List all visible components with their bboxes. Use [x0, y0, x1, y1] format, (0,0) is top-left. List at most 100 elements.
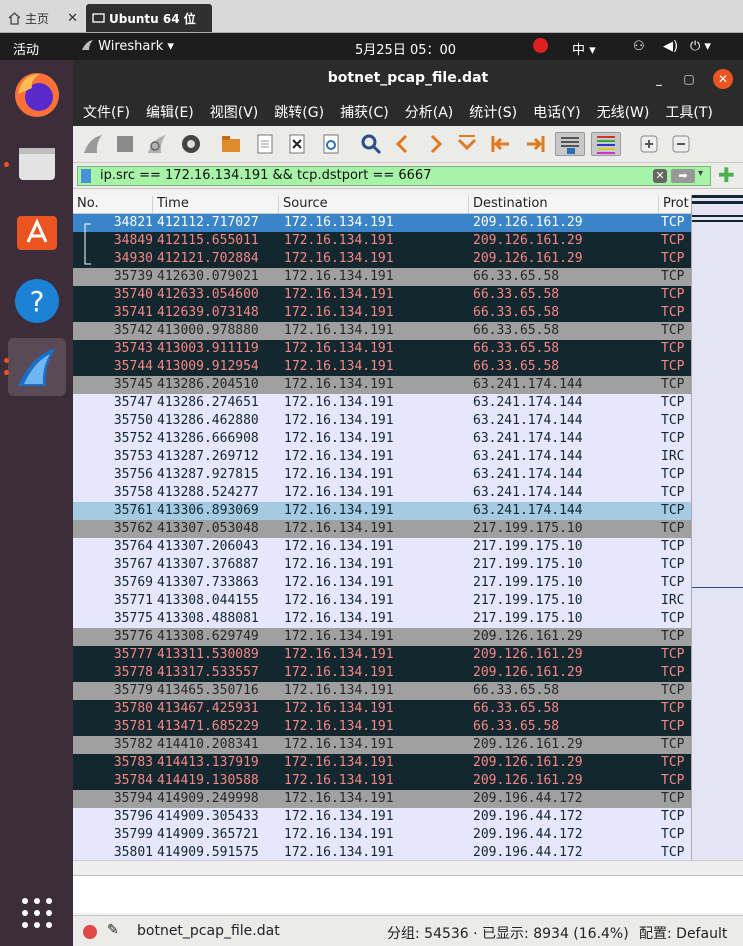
packet-row[interactable]: 35753 413287.269712 172.16.134.191 63.241.1…: [73, 448, 691, 466]
go-to-packet-icon[interactable]: [455, 132, 479, 156]
packet-row[interactable]: 35750 413286.462880 172.16.134.191 63.241.1…: [73, 412, 691, 430]
menu-item[interactable]: 分析(A): [405, 102, 454, 122]
open-file-icon[interactable]: [219, 132, 243, 156]
start-capture-icon[interactable]: [81, 132, 105, 156]
packet-row[interactable]: 35771 413308.044155 172.16.134.191 217.199.…: [73, 592, 691, 610]
menu-item[interactable]: 统计(S): [469, 102, 517, 122]
packet-row[interactable]: 35776 413308.629749 172.16.134.191 209.126.…: [73, 628, 691, 646]
packet-row[interactable]: 35781 413471.685229 172.16.134.191 66.33.65…: [73, 718, 691, 736]
packet-minimap[interactable]: [691, 195, 743, 860]
display-filter-input[interactable]: ip.src == 172.16.134.191 && tcp.dstport …: [77, 166, 711, 186]
files-icon[interactable]: [8, 134, 66, 192]
packet-row[interactable]: 35801 414909.591575 172.16.134.191 209.196.…: [73, 844, 691, 860]
firefox-icon[interactable]: [8, 66, 66, 124]
software-icon[interactable]: [8, 202, 66, 260]
packet-row[interactable]: 35779 413465.350716 172.16.134.191 66.33.65…: [73, 682, 691, 700]
packet-row[interactable]: 35758 413288.524277 172.16.134.191 63.241.1…: [73, 484, 691, 502]
stop-capture-icon[interactable]: [113, 132, 137, 156]
wireshark-icon[interactable]: [8, 338, 66, 396]
column-header-source[interactable]: Source: [279, 196, 469, 214]
column-header-destination[interactable]: Destination: [469, 196, 659, 214]
menu-item[interactable]: 文件(F): [83, 102, 130, 122]
clear-filter-icon[interactable]: ✕: [653, 169, 667, 183]
packet-row[interactable]: 35796 414909.305433 172.16.134.191 209.196.…: [73, 808, 691, 826]
zoom-out-icon[interactable]: [669, 132, 693, 156]
packet-row[interactable]: 35780 413467.425931 172.16.134.191 66.33.65…: [73, 700, 691, 718]
restart-capture-icon[interactable]: [145, 132, 169, 156]
app-menu[interactable]: Wireshark ▾: [80, 39, 174, 54]
packet-row[interactable]: 35794 414909.249998 172.16.134.191 209.196.…: [73, 790, 691, 808]
packet-row[interactable]: 35775 413308.488081 172.16.134.191 217.199.…: [73, 610, 691, 628]
auto-scroll-icon[interactable]: [555, 132, 585, 156]
packet-row[interactable]: 35778 413317.533557 172.16.134.191 209.126.…: [73, 664, 691, 682]
capture-comment-icon[interactable]: ✎: [107, 922, 119, 938]
vm-tab-home[interactable]: 主页 ✕: [2, 4, 84, 32]
packet-row[interactable]: 35744 413009.912954 172.16.134.191 66.33.65…: [73, 358, 691, 376]
activities-button[interactable]: 活动: [13, 39, 39, 58]
capture-options-icon[interactable]: [179, 132, 203, 156]
packet-row[interactable]: 35739 412630.079021 172.16.134.191 66.33.65…: [73, 268, 691, 286]
filter-history-dropdown-icon[interactable]: ▾: [698, 168, 703, 179]
add-filter-button-icon[interactable]: ✚: [718, 165, 735, 185]
packet-row[interactable]: 35784 414419.130588 172.16.134.191 209.126.…: [73, 772, 691, 790]
packet-row[interactable]: 35762 413307.053048 172.16.134.191 217.199.…: [73, 520, 691, 538]
packet-row[interactable]: 35769 413307.733863 172.16.134.191 217.199.…: [73, 574, 691, 592]
packet-row[interactable]: 35777 413311.530089 172.16.134.191 209.126.…: [73, 646, 691, 664]
go-back-icon[interactable]: [391, 132, 415, 156]
find-packet-icon[interactable]: [359, 132, 383, 156]
zoom-in-icon[interactable]: [637, 132, 661, 156]
menu-item[interactable]: 工具(T): [665, 102, 712, 122]
first-packet-icon[interactable]: [489, 132, 513, 156]
packet-row[interactable]: 35761 413306.893069 172.16.134.191 63.241.1…: [73, 502, 691, 520]
packet-row[interactable]: 35756 413287.927815 172.16.134.191 63.241.1…: [73, 466, 691, 484]
apply-filter-icon[interactable]: ➡: [671, 169, 695, 183]
save-file-icon[interactable]: [253, 132, 277, 156]
network-icon[interactable]: ⚇: [633, 39, 645, 54]
menu-item[interactable]: 跳转(G): [274, 102, 324, 122]
bookmark-icon[interactable]: [81, 169, 91, 183]
packet-row[interactable]: 34930 412121.702884 172.16.134.191 209.126.…: [73, 250, 691, 268]
vm-tab-ubuntu[interactable]: Ubuntu 64 位: [86, 4, 212, 32]
status-profile[interactable]: 配置: Default: [639, 923, 727, 943]
packet-row[interactable]: 35742 413000.978880 172.16.134.191 66.33.65…: [73, 322, 691, 340]
column-header-protocol[interactable]: Prot: [659, 196, 691, 214]
menu-item[interactable]: 视图(V): [210, 102, 259, 122]
go-forward-icon[interactable]: [423, 132, 447, 156]
close-icon[interactable]: ✕: [67, 11, 78, 26]
close-file-icon[interactable]: [285, 132, 309, 156]
close-button[interactable]: ✕: [713, 69, 733, 89]
packet-row[interactable]: 35799 414909.365721 172.16.134.191 209.196.…: [73, 826, 691, 844]
packet-row[interactable]: 34821 412112.717027 172.16.134.191 209.126.…: [73, 214, 691, 232]
packet-row[interactable]: 35747 413286.274651 172.16.134.191 63.241.1…: [73, 394, 691, 412]
packet-row[interactable]: 35752 413286.666908 172.16.134.191 63.241.1…: [73, 430, 691, 448]
packet-row[interactable]: 35741 412639.073148 172.16.134.191 66.33.65…: [73, 304, 691, 322]
menu-item[interactable]: 编辑(E): [146, 102, 194, 122]
colorize-icon[interactable]: [591, 132, 621, 156]
expert-info-icon[interactable]: [83, 925, 97, 939]
column-header-time[interactable]: Time: [153, 196, 279, 214]
show-apps-icon[interactable]: [8, 884, 66, 942]
menu-item[interactable]: 捕获(C): [340, 102, 389, 122]
input-method[interactable]: 中 ▾: [572, 39, 596, 58]
volume-icon[interactable]: ◀): [663, 39, 678, 54]
packet-row[interactable]: 35767 413307.376887 172.16.134.191 217.199.…: [73, 556, 691, 574]
last-packet-icon[interactable]: [523, 132, 547, 156]
maximize-button[interactable]: ▢: [679, 69, 699, 89]
menu-item[interactable]: 无线(W): [597, 102, 650, 122]
packet-row[interactable]: 35745 413286.204510 172.16.134.191 63.241.1…: [73, 376, 691, 394]
packet-row[interactable]: 35743 413003.911119 172.16.134.191 66.33.65…: [73, 340, 691, 358]
reload-file-icon[interactable]: [319, 132, 343, 156]
packet-row[interactable]: 35783 414413.137919 172.16.134.191 209.126.…: [73, 754, 691, 772]
packet-row[interactable]: 35740 412633.054600 172.16.134.191 66.33.65…: [73, 286, 691, 304]
horizontal-scrollbar[interactable]: [73, 860, 743, 875]
packet-details-pane[interactable]: [73, 875, 743, 913]
minimize-button[interactable]: _: [649, 69, 669, 89]
clock[interactable]: 5月25日 05：00: [355, 39, 456, 58]
power-icon[interactable]: ⏻ ▾: [690, 39, 711, 54]
recording-indicator-icon[interactable]: [533, 38, 548, 53]
column-header-no[interactable]: No.: [73, 196, 153, 214]
packet-row[interactable]: 35782 414410.208341 172.16.134.191 209.126.…: [73, 736, 691, 754]
menu-item[interactable]: 电话(Y): [533, 102, 580, 122]
help-icon[interactable]: ?: [8, 272, 66, 330]
packet-row[interactable]: 35764 413307.206043 172.16.134.191 217.199.…: [73, 538, 691, 556]
